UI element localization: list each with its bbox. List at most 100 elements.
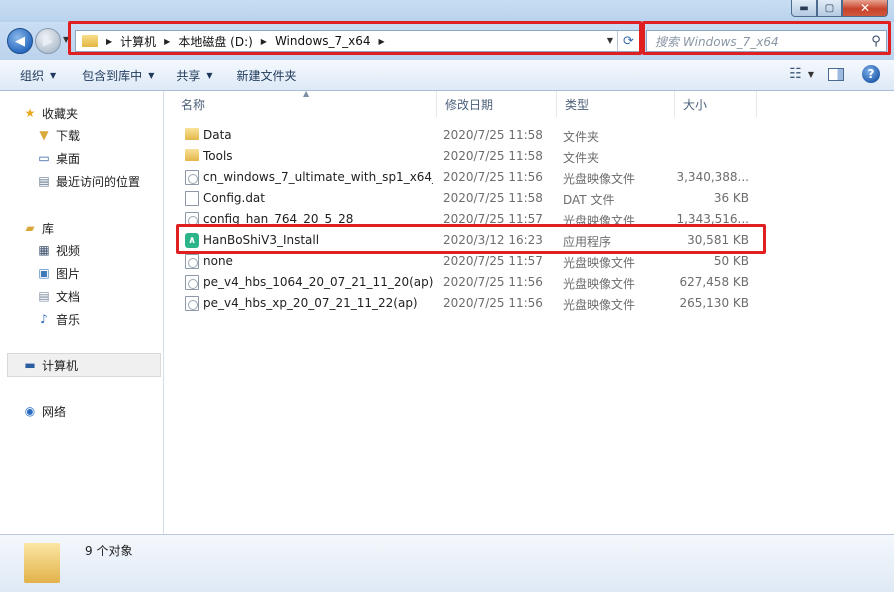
breadcrumb-drive-d[interactable]: 本地磁盘 (D:)	[178, 33, 252, 50]
file-date: 2020/7/25 11:57	[443, 254, 543, 268]
file-type: 应用程序	[563, 235, 612, 249]
forward-button[interactable]: ▶	[35, 28, 61, 54]
search-placeholder: 搜索 Windows_7_x64	[655, 34, 779, 49]
nav-desktop[interactable]: ▭ 桌面	[36, 148, 80, 168]
file-type: 光盘映像文件	[563, 277, 636, 291]
file-type: 文件夹	[563, 130, 600, 144]
address-row: ◀ ▶ ▼ ▶ 计算机 ▶ 本地磁盘 (D:) ▶ Windows_7_x64 …	[0, 22, 894, 60]
library-icon: ▰	[25, 221, 35, 235]
folder-icon	[185, 128, 199, 140]
nav-pictures[interactable]: ▣ 图片	[36, 263, 80, 283]
file-size: 1,343,516...	[676, 212, 749, 226]
address-bar[interactable]: ▶ 计算机 ▶ 本地磁盘 (D:) ▶ Windows_7_x64 ▶ ▼ ⟳	[75, 30, 640, 52]
folder-icon	[82, 35, 98, 47]
chevron-down-icon[interactable]: ▼	[808, 70, 814, 79]
column-type-label: 类型	[565, 97, 590, 112]
file-row[interactable]: cn_windows_7_ultimate_with_sp1_x64_... 2…	[165, 167, 894, 188]
star-icon: ★	[24, 106, 36, 120]
column-headers: ▲ 名称 修改日期 类型 大小	[165, 89, 894, 117]
file-row[interactable]: pe_v4_hbs_xp_20_07_21_11_22(ap) 2020/7/2…	[165, 293, 894, 314]
view-options-icon[interactable]: ☷	[789, 66, 802, 82]
nav-recent-places[interactable]: ▤ 最近访问的位置	[36, 171, 140, 191]
nav-network[interactable]: ◉ 网络	[22, 401, 66, 421]
file-size: 265,130 KB	[679, 296, 749, 310]
chevron-down-icon: ▼	[206, 70, 213, 80]
share-label: 共享	[176, 68, 201, 83]
chevron-right-icon[interactable]: ▶	[261, 37, 267, 46]
file-row[interactable]: Tools 2020/7/25 11:58 文件夹	[165, 146, 894, 167]
search-icon[interactable]: ⚲	[866, 34, 886, 49]
nav-desktop-label: 桌面	[56, 151, 81, 166]
music-icon: ♪	[40, 312, 48, 326]
new-folder-button[interactable]: 新建文件夹	[231, 67, 303, 84]
preview-pane-icon[interactable]	[828, 67, 844, 81]
nav-documents[interactable]: ▤ 文档	[36, 286, 80, 306]
navigation-pane: ★ 收藏夹 ▼ 下载 ▭ 桌面 ▤ 最近访问的位置 ▰ 库 ▦ 视频 ▣ 图片 ▤ 文档 ♪ 音乐…	[0, 91, 164, 534]
file-row[interactable]: config_han_764_20_5_28 2020/7/25 11:57 光…	[165, 209, 894, 230]
nav-libraries-label: 库	[42, 221, 55, 236]
nav-computer-label: 计算机	[42, 358, 79, 373]
file-icon	[185, 191, 199, 206]
file-date: 2020/7/25 11:56	[443, 170, 543, 184]
share-menu[interactable]: 共享 ▼	[170, 67, 218, 84]
search-input[interactable]: 搜索 Windows_7_x64 ⚲	[646, 30, 887, 52]
column-type[interactable]: 类型	[557, 91, 675, 117]
include-in-library-menu[interactable]: 包含到库中 ▼	[76, 67, 160, 84]
file-name: config_han_764_20_5_28	[203, 212, 354, 226]
column-size[interactable]: 大小	[675, 91, 757, 117]
file-row[interactable]: Data 2020/7/25 11:58 文件夹	[165, 125, 894, 146]
disc-image-icon	[185, 275, 199, 290]
file-type: 光盘映像文件	[563, 298, 636, 312]
file-name: pe_v4_hbs_xp_20_07_21_11_22(ap)	[203, 296, 418, 310]
minimize-button[interactable]: ▬	[791, 0, 817, 17]
file-row[interactable]: Config.dat 2020/7/25 11:58 DAT 文件 36 KB	[165, 188, 894, 209]
file-list: Data 2020/7/25 11:58 文件夹 Tools 2020/7/25…	[165, 125, 894, 314]
nav-downloads[interactable]: ▼ 下载	[36, 125, 80, 145]
nav-computer[interactable]: ▬ 计算机	[22, 355, 78, 375]
nav-favorites[interactable]: ★ 收藏夹	[22, 103, 78, 123]
nav-pictures-label: 图片	[56, 266, 81, 281]
chevron-right-icon[interactable]: ▶	[379, 37, 385, 46]
chevron-down-icon: ▼	[50, 70, 57, 80]
file-size: 627,458 KB	[679, 275, 749, 289]
nav-videos[interactable]: ▦ 视频	[36, 240, 80, 260]
close-button[interactable]: ✕	[842, 0, 888, 17]
chevron-right-icon[interactable]: ▶	[164, 37, 170, 46]
file-name: cn_windows_7_ultimate_with_sp1_x64_...	[203, 170, 433, 184]
column-date[interactable]: 修改日期	[437, 91, 557, 117]
nav-favorites-label: 收藏夹	[42, 106, 79, 121]
command-bar: 组织 ▼ 包含到库中 ▼ 共享 ▼ 新建文件夹 ☷ ▼ ?	[0, 60, 894, 91]
file-name: Config.dat	[203, 191, 265, 205]
file-type: 光盘映像文件	[563, 256, 636, 270]
file-date: 2020/3/12 16:23	[443, 233, 543, 247]
organize-label: 组织	[20, 68, 45, 83]
file-row[interactable]: ∧ HanBoShiV3_Install 2020/3/12 16:23 应用程…	[165, 230, 894, 251]
file-row[interactable]: pe_v4_hbs_1064_20_07_21_11_20(ap) 2020/7…	[165, 272, 894, 293]
file-date: 2020/7/25 11:56	[443, 296, 543, 310]
refresh-icon[interactable]: ⟳	[617, 31, 639, 51]
organize-menu[interactable]: 组织 ▼	[14, 67, 62, 84]
new-folder-label: 新建文件夹	[236, 68, 297, 83]
network-icon: ◉	[24, 404, 36, 418]
chevron-right-icon[interactable]: ▶	[106, 37, 112, 46]
back-button[interactable]: ◀	[7, 28, 33, 54]
recent-pages-dropdown-icon[interactable]: ▼	[63, 35, 69, 44]
picture-icon: ▣	[38, 266, 50, 280]
recent-places-icon: ▤	[38, 174, 50, 188]
title-bar: ▬ ▢ ✕	[0, 0, 894, 22]
file-row[interactable]: none 2020/7/25 11:57 光盘映像文件 50 KB	[165, 251, 894, 272]
file-date: 2020/7/25 11:58	[443, 128, 543, 142]
disc-image-icon	[185, 254, 199, 269]
column-name[interactable]: 名称	[173, 91, 437, 117]
nav-music[interactable]: ♪ 音乐	[36, 309, 80, 329]
nav-libraries[interactable]: ▰ 库	[22, 218, 54, 238]
nav-music-label: 音乐	[56, 312, 81, 327]
column-name-label: 名称	[181, 97, 206, 112]
file-date: 2020/7/25 11:56	[443, 275, 543, 289]
address-dropdown-icon[interactable]: ▼	[607, 36, 613, 45]
maximize-button[interactable]: ▢	[817, 0, 842, 17]
nav-network-label: 网络	[42, 404, 67, 419]
breadcrumb-computer[interactable]: 计算机	[120, 33, 156, 50]
help-icon[interactable]: ?	[862, 65, 880, 83]
breadcrumb-windows7[interactable]: Windows_7_x64	[275, 34, 371, 48]
